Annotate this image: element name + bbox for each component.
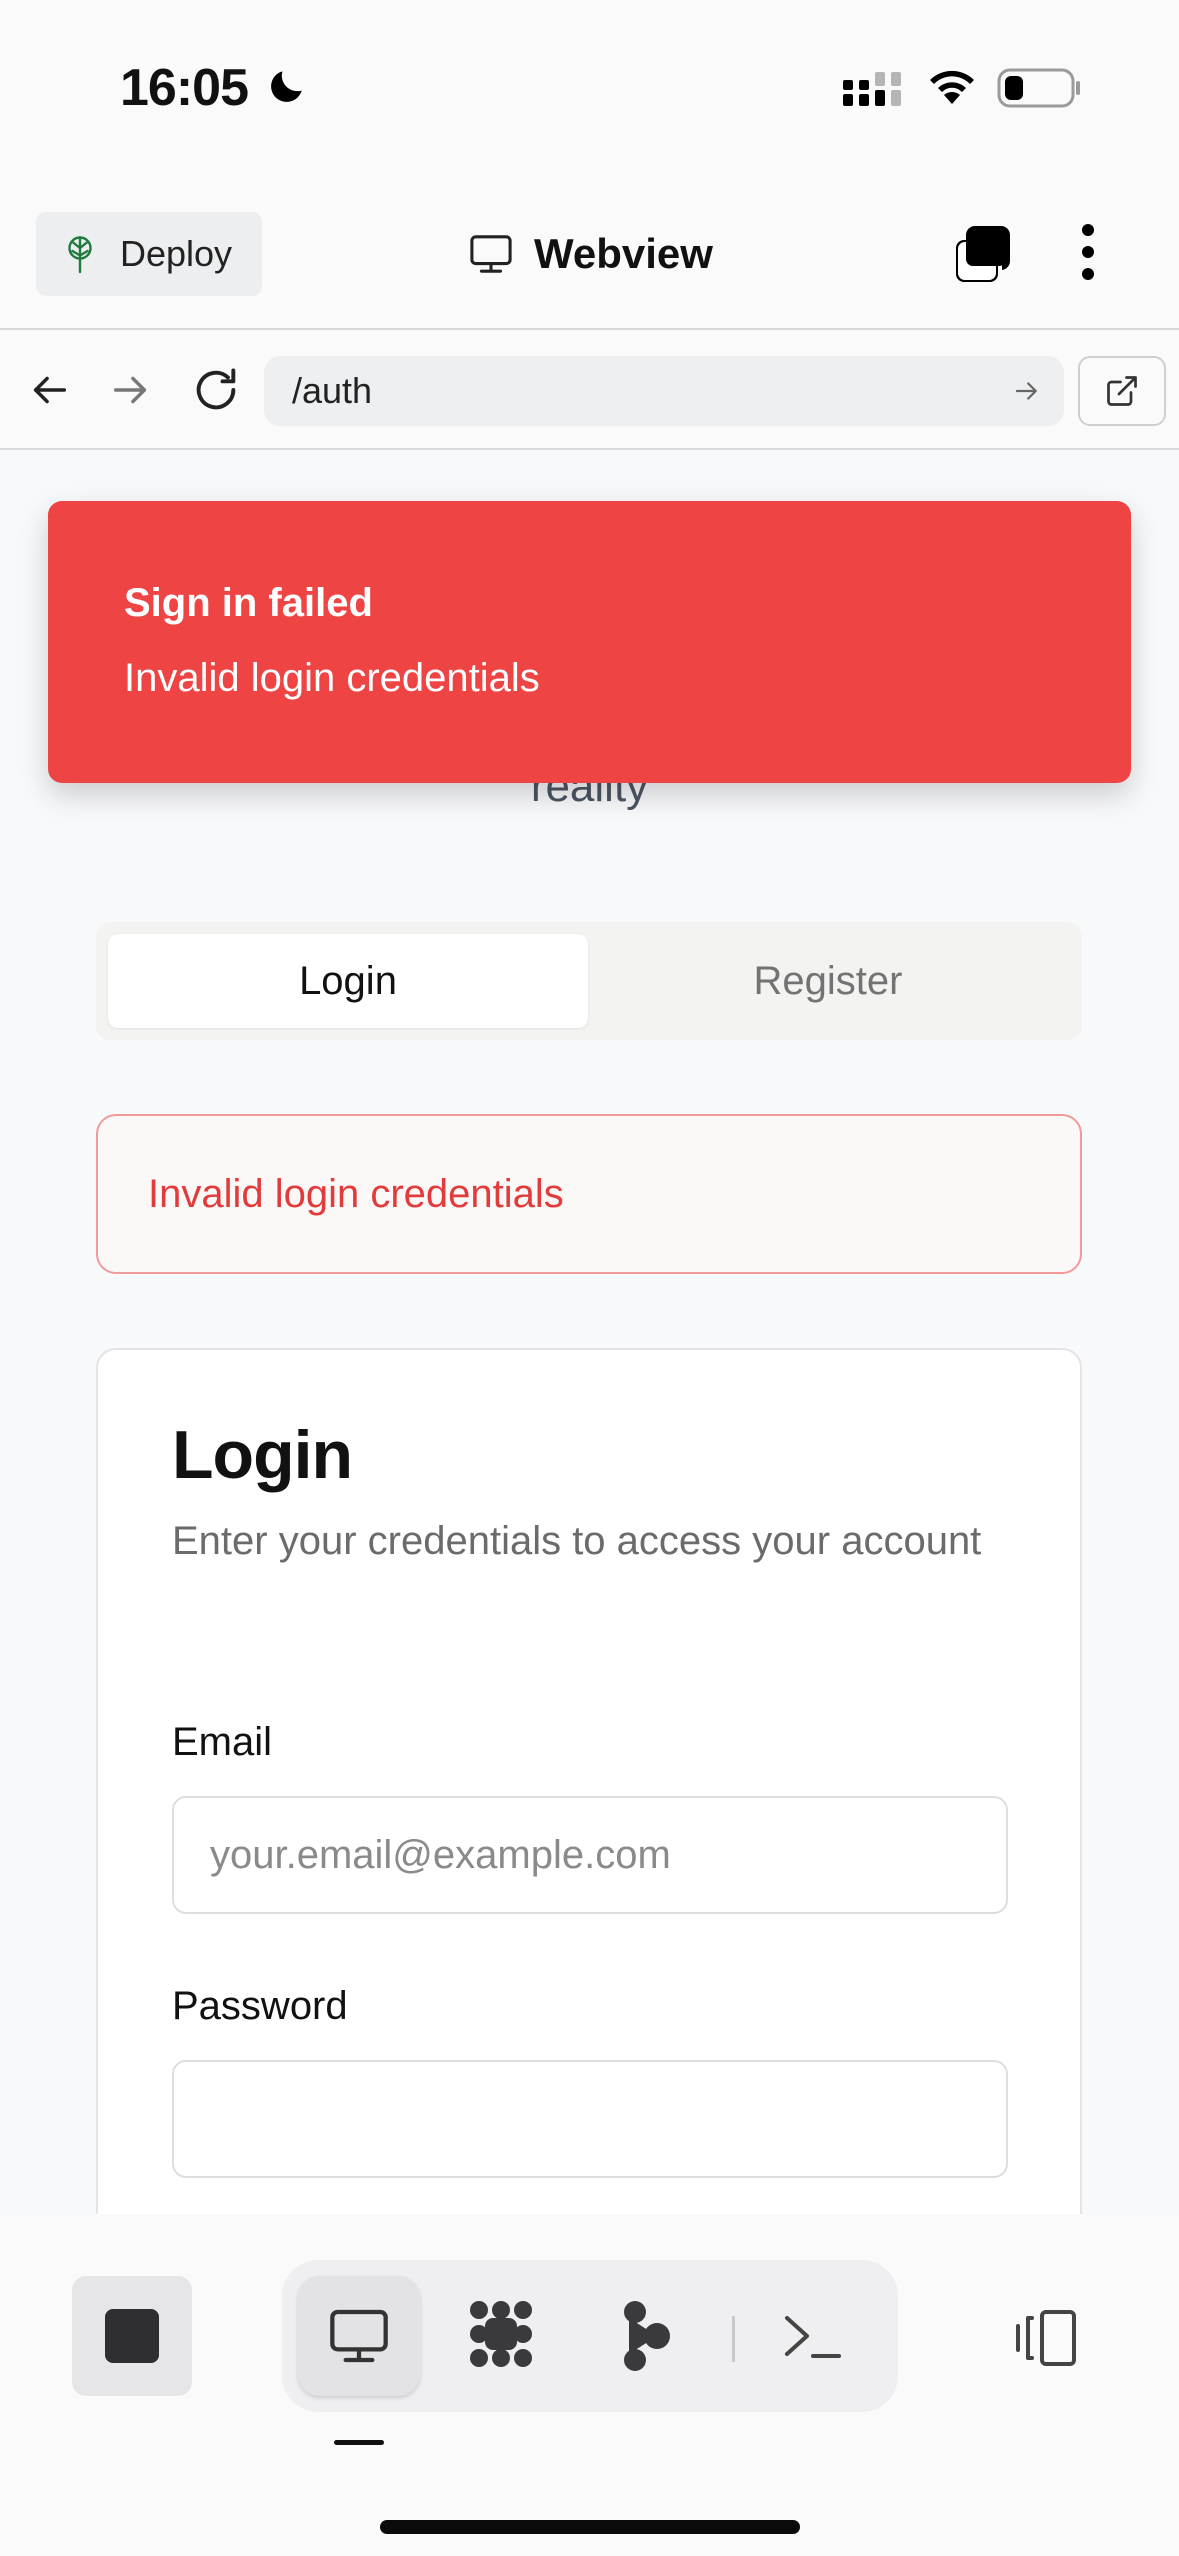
panel-toggle-icon[interactable]	[1008, 2308, 1078, 2368]
tabs-icon[interactable]	[950, 224, 1014, 288]
deploy-label: Deploy	[120, 233, 233, 274]
moon-icon	[271, 71, 302, 102]
password-field[interactable]	[172, 2060, 1008, 2178]
active-tool-indicator	[334, 2440, 384, 2445]
error-toast: Sign in failed Invalid login credentials	[48, 501, 1131, 783]
url-bar: /auth	[0, 332, 1179, 450]
plugins-icon	[470, 2301, 532, 2367]
tool-switcher	[282, 2260, 898, 2412]
bottom-toolbar	[0, 2214, 1179, 2556]
terminal-icon	[785, 2316, 841, 2358]
page-title: Webview	[534, 230, 713, 277]
password-label: Password	[172, 1984, 348, 2028]
webview-icon	[330, 2309, 388, 2363]
email-label: Email	[172, 1720, 273, 1764]
open-external-button[interactable]	[1078, 356, 1166, 426]
home-indicator	[380, 2520, 800, 2534]
wifi-icon	[930, 70, 974, 104]
external-link-icon	[1107, 376, 1137, 406]
url-input[interactable]: /auth	[264, 356, 1064, 426]
status-time: 16:05	[120, 59, 249, 117]
more-vertical-icon[interactable]	[1078, 220, 1098, 284]
error-alert-message: Invalid login credentials	[148, 1171, 564, 1216]
login-card: Login Enter your credentials to access y…	[96, 1348, 1082, 2214]
app-top-bar: Deploy Webview	[0, 180, 1179, 330]
toast-description: Invalid login credentials	[124, 656, 540, 700]
deploy-icon	[68, 236, 92, 274]
terminal-tool-button[interactable]	[752, 2276, 874, 2396]
git-tool-button[interactable]	[586, 2276, 708, 2396]
auth-tabs: Login Register	[96, 922, 1082, 1040]
email-field[interactable]	[172, 1796, 1008, 1914]
monitor-icon	[470, 235, 512, 273]
login-card-title: Login	[172, 1417, 353, 1493]
stop-button[interactable]	[72, 2276, 192, 2396]
login-card-subtitle: Enter your credentials to access your ac…	[172, 1519, 982, 1563]
reload-icon[interactable]	[190, 362, 242, 418]
error-alert: Invalid login credentials	[96, 1114, 1082, 1274]
toolbar-divider	[732, 2316, 735, 2362]
stop-icon	[105, 2309, 159, 2363]
webview-title: Webview	[468, 230, 713, 278]
battery-icon	[997, 68, 1080, 108]
deploy-button[interactable]: Deploy	[36, 212, 262, 296]
webview-tool-button[interactable]	[298, 2276, 420, 2396]
url-text: /auth	[292, 370, 373, 411]
tab-register[interactable]: Register	[588, 934, 1068, 1028]
plugins-tool-button[interactable]	[442, 2276, 564, 2396]
forward-arrow-icon[interactable]	[108, 362, 154, 418]
status-bar: 16:05	[0, 0, 1179, 180]
go-arrow-icon[interactable]	[1012, 376, 1042, 406]
toast-title: Sign in failed	[124, 581, 373, 625]
git-icon	[624, 2301, 670, 2371]
tab-login[interactable]: Login	[108, 934, 588, 1028]
back-arrow-icon[interactable]	[26, 362, 72, 418]
signal-icon	[843, 72, 901, 106]
